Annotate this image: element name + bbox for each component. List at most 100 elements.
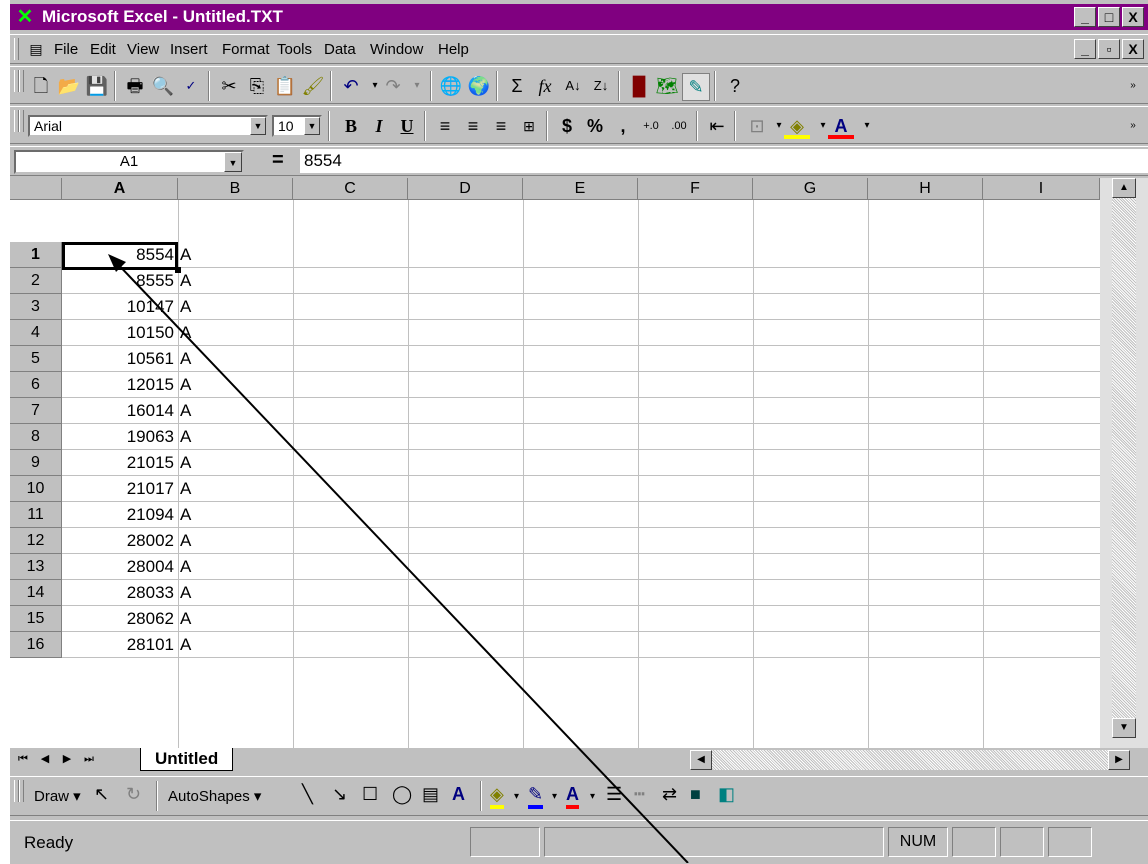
menu-edit[interactable]: Edit bbox=[90, 41, 116, 58]
row-header[interactable]: 14 bbox=[10, 580, 62, 606]
column-header-e[interactable]: E bbox=[523, 178, 638, 200]
row-header[interactable]: 15 bbox=[10, 606, 62, 632]
office-assistant-icon[interactable]: ? bbox=[722, 73, 748, 99]
column-header-f[interactable]: F bbox=[638, 178, 753, 200]
comma-icon[interactable]: , bbox=[610, 113, 636, 139]
cell-b[interactable]: A bbox=[180, 450, 290, 476]
cell-a[interactable]: 28062 bbox=[62, 606, 176, 632]
toolbar-grip-2[interactable] bbox=[19, 110, 24, 132]
format-painter-icon[interactable]: 🖌 bbox=[300, 73, 326, 99]
row-header[interactable]: 10 bbox=[10, 476, 62, 502]
formula-input[interactable]: 8554 bbox=[300, 149, 1148, 173]
underline-icon[interactable]: U bbox=[394, 113, 420, 139]
scroll-up-icon[interactable]: ▲ bbox=[1112, 178, 1136, 198]
menu-format[interactable]: Format bbox=[222, 41, 270, 58]
restore-button[interactable]: □ bbox=[1098, 7, 1120, 27]
toolbar-grip-2[interactable] bbox=[19, 780, 24, 802]
previous-sheet-icon[interactable]: ◀ bbox=[36, 750, 54, 768]
select-objects-icon[interactable]: ↖ bbox=[94, 784, 109, 805]
menu-file[interactable]: File bbox=[54, 41, 78, 58]
cell-a[interactable]: 21015 bbox=[62, 450, 176, 476]
line-icon[interactable]: ╲ bbox=[302, 784, 313, 805]
cell-a[interactable]: 10147 bbox=[62, 294, 176, 320]
cell-b[interactable]: A bbox=[180, 346, 290, 372]
cell-b[interactable]: A bbox=[180, 606, 290, 632]
row-header[interactable]: 12 bbox=[10, 528, 62, 554]
doc-close-button[interactable]: X bbox=[1122, 39, 1144, 59]
column-header-d[interactable]: D bbox=[408, 178, 523, 200]
arrow-style-icon[interactable]: ⇄ bbox=[662, 784, 677, 805]
redo-icon[interactable]: ↷ bbox=[380, 73, 406, 99]
font-select[interactable]: Arial ▼ bbox=[28, 115, 268, 137]
menu-window[interactable]: Window bbox=[370, 41, 423, 58]
italic-icon[interactable]: I bbox=[366, 113, 392, 139]
open-icon[interactable]: 📂 bbox=[56, 73, 82, 99]
new-icon[interactable]: 🗋 bbox=[28, 73, 54, 99]
doc-restore-button[interactable]: ▫ bbox=[1098, 39, 1120, 59]
column-header-g[interactable]: G bbox=[753, 178, 868, 200]
cell-b[interactable]: A bbox=[180, 372, 290, 398]
horizontal-scrollbar[interactable]: ◀ ▶ bbox=[690, 750, 1130, 770]
copy-icon[interactable]: ⎘ bbox=[244, 73, 270, 99]
align-left-icon[interactable]: ≡ bbox=[432, 113, 458, 139]
column-header-i[interactable]: I bbox=[983, 178, 1100, 200]
fill-color-icon[interactable]: ◈ bbox=[490, 784, 504, 809]
last-sheet-icon[interactable]: ⏭ bbox=[80, 750, 98, 768]
oval-icon[interactable]: ◯ bbox=[392, 784, 412, 805]
row-header[interactable]: 2 bbox=[10, 268, 62, 294]
line-color-dropdown-icon[interactable]: ▾ bbox=[552, 791, 557, 802]
undo-icon[interactable]: ↶ bbox=[338, 73, 364, 99]
equals-sign[interactable]: = bbox=[272, 149, 284, 172]
decrease-decimal-icon[interactable]: .00 bbox=[666, 113, 692, 139]
row-header[interactable]: 4 bbox=[10, 320, 62, 346]
row-header[interactable]: 3 bbox=[10, 294, 62, 320]
row-header[interactable]: 1 bbox=[10, 242, 62, 268]
cell-b[interactable]: A bbox=[180, 242, 290, 268]
arrow-icon[interactable]: ↘ bbox=[332, 784, 347, 805]
row-header[interactable]: 9 bbox=[10, 450, 62, 476]
chevron-down-icon[interactable]: ▼ bbox=[304, 117, 320, 135]
cell-a[interactable]: 21017 bbox=[62, 476, 176, 502]
column-header-c[interactable]: C bbox=[293, 178, 408, 200]
paste-icon[interactable]: 📋 bbox=[272, 73, 298, 99]
cell-b[interactable]: A bbox=[180, 476, 290, 502]
row-header[interactable]: 16 bbox=[10, 632, 62, 658]
cell-a[interactable]: 16014 bbox=[62, 398, 176, 424]
cut-icon[interactable]: ✂ bbox=[216, 73, 242, 99]
line-color-icon[interactable]: ✎ bbox=[528, 784, 544, 809]
autosum-icon[interactable]: Σ bbox=[504, 73, 530, 99]
cell-b[interactable]: A bbox=[180, 528, 290, 554]
chart-wizard-icon[interactable]: ▐▌ bbox=[626, 73, 652, 99]
vertical-scrollbar[interactable]: ▲ ▼ bbox=[1100, 178, 1148, 748]
more-buttons-icon[interactable]: » bbox=[1120, 113, 1146, 139]
toolbar-grip-2[interactable] bbox=[19, 70, 24, 92]
next-sheet-icon[interactable]: ▶ bbox=[58, 750, 76, 768]
font-size-select[interactable]: 10 ▼ bbox=[272, 115, 322, 137]
font-color-icon[interactable]: A bbox=[828, 113, 854, 139]
cell-b[interactable]: A bbox=[180, 320, 290, 346]
drawing-icon[interactable]: ✎ bbox=[682, 73, 710, 101]
row-header[interactable]: 5 bbox=[10, 346, 62, 372]
more-buttons-icon[interactable]: » bbox=[1120, 73, 1146, 99]
line-style-icon[interactable]: ☰ bbox=[606, 784, 622, 805]
spelling-icon[interactable]: ✓ bbox=[178, 73, 204, 99]
cell-a[interactable]: 28004 bbox=[62, 554, 176, 580]
cell-b[interactable]: A bbox=[180, 502, 290, 528]
select-all-corner[interactable] bbox=[10, 178, 62, 200]
cell-b[interactable]: A bbox=[180, 398, 290, 424]
first-sheet-icon[interactable]: ⏮ bbox=[14, 750, 32, 768]
map-icon[interactable]: 🗺 bbox=[654, 73, 680, 99]
currency-icon[interactable]: $ bbox=[554, 113, 580, 139]
cell-a[interactable]: 12015 bbox=[62, 372, 176, 398]
document-icon[interactable]: ▤ bbox=[26, 39, 46, 59]
scroll-down-icon[interactable]: ▼ bbox=[1112, 718, 1136, 738]
sort-ascending-icon[interactable]: A↓ bbox=[560, 73, 586, 99]
indent-icon[interactable]: ⇤ bbox=[704, 113, 730, 139]
menu-data[interactable]: Data bbox=[324, 41, 356, 58]
cell-b[interactable]: A bbox=[180, 580, 290, 606]
dash-style-icon[interactable]: ┅ bbox=[634, 784, 645, 805]
print-icon[interactable]: 🖶 bbox=[122, 73, 148, 99]
name-box[interactable]: A1 ▼ bbox=[14, 150, 244, 174]
increase-decimal-icon[interactable]: +.0 bbox=[638, 113, 664, 139]
minimize-button[interactable]: _ bbox=[1074, 7, 1096, 27]
